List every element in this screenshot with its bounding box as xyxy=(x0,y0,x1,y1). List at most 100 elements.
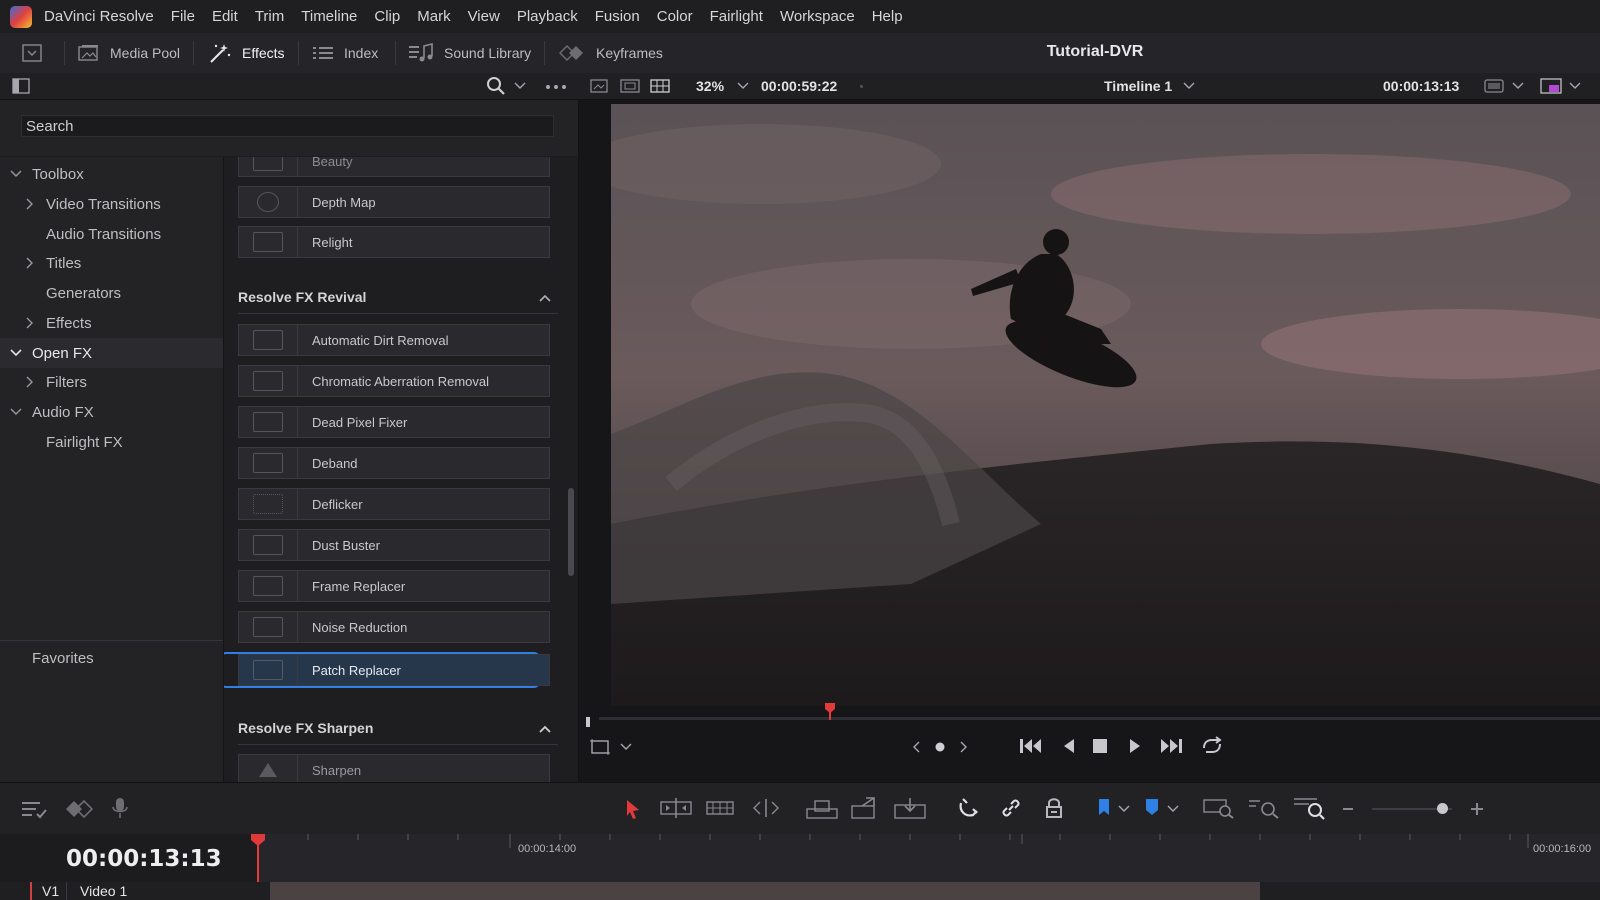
effects-list-scrollbar[interactable] xyxy=(568,488,574,576)
flag-chevron-icon[interactable] xyxy=(1118,804,1130,814)
sound-library-button[interactable]: Sound Library xyxy=(408,33,531,73)
overlay-chevron-icon[interactable] xyxy=(1569,81,1581,91)
scrub-start-marker-icon[interactable] xyxy=(583,714,593,728)
keyframes-button[interactable]: Keyframes xyxy=(558,33,663,73)
zoom-in-icon[interactable] xyxy=(1470,802,1484,816)
trim-edit-icon[interactable] xyxy=(660,797,692,819)
transform-chevron-icon[interactable] xyxy=(620,742,632,752)
menu-playback[interactable]: Playback xyxy=(517,8,578,25)
go-to-start-icon[interactable] xyxy=(1019,737,1043,755)
safe-area-icon[interactable] xyxy=(1484,78,1504,94)
replace-clip-icon[interactable] xyxy=(894,797,926,819)
timeline-name[interactable]: Timeline 1 xyxy=(1104,78,1172,94)
marker-chevron-icon[interactable] xyxy=(1167,804,1179,814)
link-icon[interactable] xyxy=(1000,797,1022,819)
play-icon[interactable] xyxy=(1127,737,1143,755)
menu-fairlight[interactable]: Fairlight xyxy=(710,8,763,25)
timeline-timecode[interactable]: 00:00:13:13 xyxy=(66,846,222,872)
tree-item-favorites[interactable]: Favorites xyxy=(0,643,223,673)
chevron-right-icon[interactable] xyxy=(25,317,35,329)
workspace-dropdown-button[interactable] xyxy=(22,33,52,73)
fx-item-deflicker[interactable]: Deflicker xyxy=(238,488,550,520)
stop-icon[interactable] xyxy=(1092,738,1108,754)
search-icon[interactable] xyxy=(486,76,506,96)
flag-icon[interactable] xyxy=(1097,798,1111,818)
menu-workspace[interactable]: Workspace xyxy=(780,8,855,25)
menu-timeline[interactable]: Timeline xyxy=(301,8,357,25)
zoom-level[interactable]: 32% xyxy=(696,78,724,94)
tree-item-filters[interactable]: Filters xyxy=(0,367,223,397)
more-options-icon[interactable] xyxy=(545,84,567,90)
tree-item-fairlight-fx[interactable]: Fairlight FX xyxy=(0,427,223,457)
zoom-full-icon[interactable] xyxy=(1203,797,1235,819)
zoom-slider-handle[interactable] xyxy=(1437,803,1448,814)
effects-button[interactable]: Effects xyxy=(208,33,285,73)
tree-item-titles[interactable]: Titles xyxy=(0,248,223,278)
effects-search-input[interactable] xyxy=(21,115,554,137)
menu-app-name[interactable]: DaVinci Resolve xyxy=(44,8,154,25)
dynamic-trim-icon[interactable] xyxy=(706,799,734,817)
fx-item-deband[interactable]: Deband xyxy=(238,447,550,479)
microphone-icon[interactable] xyxy=(112,797,128,819)
timeline-chevron-down-icon[interactable] xyxy=(1183,81,1195,91)
fx-item-relight[interactable]: Relight xyxy=(238,226,550,258)
overwrite-clip-icon[interactable] xyxy=(850,796,878,820)
video-clip-thumbnails[interactable] xyxy=(270,882,1260,900)
tree-item-audio-transitions[interactable]: Audio Transitions xyxy=(0,219,223,249)
fx-item-chromatic-aberration-removal[interactable]: Chromatic Aberration Removal xyxy=(238,365,550,397)
tree-item-effects[interactable]: Effects xyxy=(0,308,223,338)
snapping-icon[interactable] xyxy=(957,797,979,819)
sidebar-toggle-icon[interactable] xyxy=(12,78,30,94)
chevron-right-icon[interactable] xyxy=(25,198,35,210)
chevron-down-icon[interactable] xyxy=(10,169,22,179)
previous-keyframe-icon[interactable] xyxy=(911,740,969,754)
playhead-marker-icon[interactable] xyxy=(824,702,836,720)
play-reverse-icon[interactable] xyxy=(1061,737,1077,755)
menu-edit[interactable]: Edit xyxy=(212,8,238,25)
fx-item-patch-replacer[interactable]: Patch Replacer xyxy=(238,654,550,686)
keyframe-track-icon[interactable] xyxy=(64,799,94,819)
menu-view[interactable]: View xyxy=(468,8,500,25)
fx-item-dust-buster[interactable]: Dust Buster xyxy=(238,529,550,561)
fx-item-frame-replacer[interactable]: Frame Replacer xyxy=(238,570,550,602)
chevron-right-icon[interactable] xyxy=(25,257,35,269)
fx-item-depth-map[interactable]: Depth Map xyxy=(238,186,550,218)
menu-help[interactable]: Help xyxy=(872,8,903,25)
timeline-options-icon[interactable] xyxy=(20,799,48,819)
timeline-playhead-icon[interactable] xyxy=(248,832,268,884)
menu-mark[interactable]: Mark xyxy=(417,8,450,25)
lock-icon[interactable] xyxy=(1045,797,1063,819)
zoom-detail-icon[interactable] xyxy=(1248,797,1280,819)
viewer-mode-single-icon[interactable] xyxy=(590,78,608,94)
fx-group-header-revival[interactable]: Resolve FX Revival xyxy=(238,289,558,314)
chevron-up-icon[interactable] xyxy=(538,292,552,304)
chevron-down-icon[interactable] xyxy=(10,407,22,417)
fx-item-noise-reduction[interactable]: Noise Reduction xyxy=(238,611,550,643)
tree-item-open-fx[interactable]: Open FX xyxy=(0,338,223,368)
fx-group-header-sharpen[interactable]: Resolve FX Sharpen xyxy=(238,720,558,745)
tree-item-video-transitions[interactable]: Video Transitions xyxy=(0,189,223,219)
chevron-right-icon[interactable] xyxy=(25,376,35,388)
loop-icon[interactable] xyxy=(1200,736,1224,756)
safe-area-chevron-icon[interactable] xyxy=(1512,81,1524,91)
viewer-scrubber-track[interactable] xyxy=(599,717,1600,720)
index-button[interactable]: Index xyxy=(312,33,378,73)
crop-transform-icon[interactable] xyxy=(589,738,611,756)
menu-file[interactable]: File xyxy=(171,8,195,25)
fx-item-dead-pixel-fixer[interactable]: Dead Pixel Fixer xyxy=(238,406,550,438)
menu-trim[interactable]: Trim xyxy=(255,8,284,25)
insert-clip-icon[interactable] xyxy=(806,798,838,820)
blade-edit-icon[interactable] xyxy=(750,798,782,818)
fx-item-automatic-dirt-removal[interactable]: Automatic Dirt Removal xyxy=(238,324,550,356)
tree-item-toolbox[interactable]: Toolbox xyxy=(0,159,223,189)
track-name[interactable]: Video 1 xyxy=(80,883,127,899)
timeline-ruler[interactable]: 00:00:14:00 00:00:16:00 xyxy=(251,834,1600,884)
fx-item-beauty[interactable]: Beauty xyxy=(238,157,550,177)
menu-fusion[interactable]: Fusion xyxy=(595,8,640,25)
selection-arrow-icon[interactable] xyxy=(625,798,641,820)
viewer-mode-dual-icon[interactable] xyxy=(620,78,640,94)
menu-color[interactable]: Color xyxy=(657,8,693,25)
zoom-custom-icon[interactable] xyxy=(1293,796,1325,820)
chevron-down-icon[interactable] xyxy=(514,81,526,91)
go-to-end-icon[interactable] xyxy=(1159,737,1183,755)
